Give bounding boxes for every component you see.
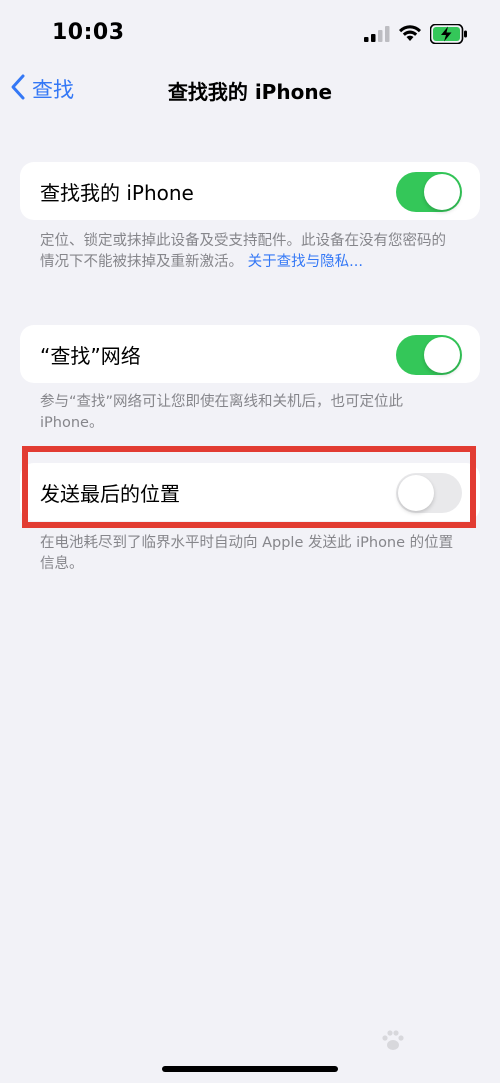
find-my-iphone-footnote: 定位、锁定或抹掉此设备及受支持配件。此设备在没有您密码的情况下不能被抹掉及重新激… [40,231,460,273]
toggle-knob [424,337,460,373]
find-my-iphone-description: 定位、锁定或抹掉此设备及受支持配件。此设备在没有您密码的情况下不能被抹掉及重新激… [40,233,446,270]
paw-logo-icon [380,1028,406,1058]
about-find-my-privacy-link[interactable]: 关于查找与隐私... [248,254,363,270]
send-last-location-footnote: 在电池耗尽到了临界水平时自动向 Apple 发送此 iPhone 的位置信息。 [40,535,454,572]
find-my-network-label: “查找”网络 [40,344,141,368]
find-my-iphone-label: 查找我的 iPhone [40,181,194,205]
find-my-network-footnote: 参与“查找”网络可让您即使在离线和关机后，也可定位此iPhone。 [40,394,404,431]
page-title: 查找我的 iPhone [167,80,333,104]
status-time: 10:03 [52,20,125,45]
navigation-bar: 查找 查找我的 iPhone [0,64,500,116]
find-my-network-toggle[interactable] [396,335,462,375]
baidu-jingyan-watermark [380,1028,406,1058]
status-bar: 10:03 [0,0,500,64]
battery-charging-icon [429,23,468,48]
find-my-iphone-toggle[interactable] [396,172,462,212]
wifi-icon [398,24,422,46]
home-indicator[interactable] [162,1066,338,1072]
find-my-network-row: “查找”网络 [20,325,480,383]
find-my-iphone-row: 查找我的 iPhone [20,162,480,220]
highlight-annotation-box [22,446,476,528]
cellular-signal-icon [364,26,390,46]
toggle-knob [424,174,460,210]
